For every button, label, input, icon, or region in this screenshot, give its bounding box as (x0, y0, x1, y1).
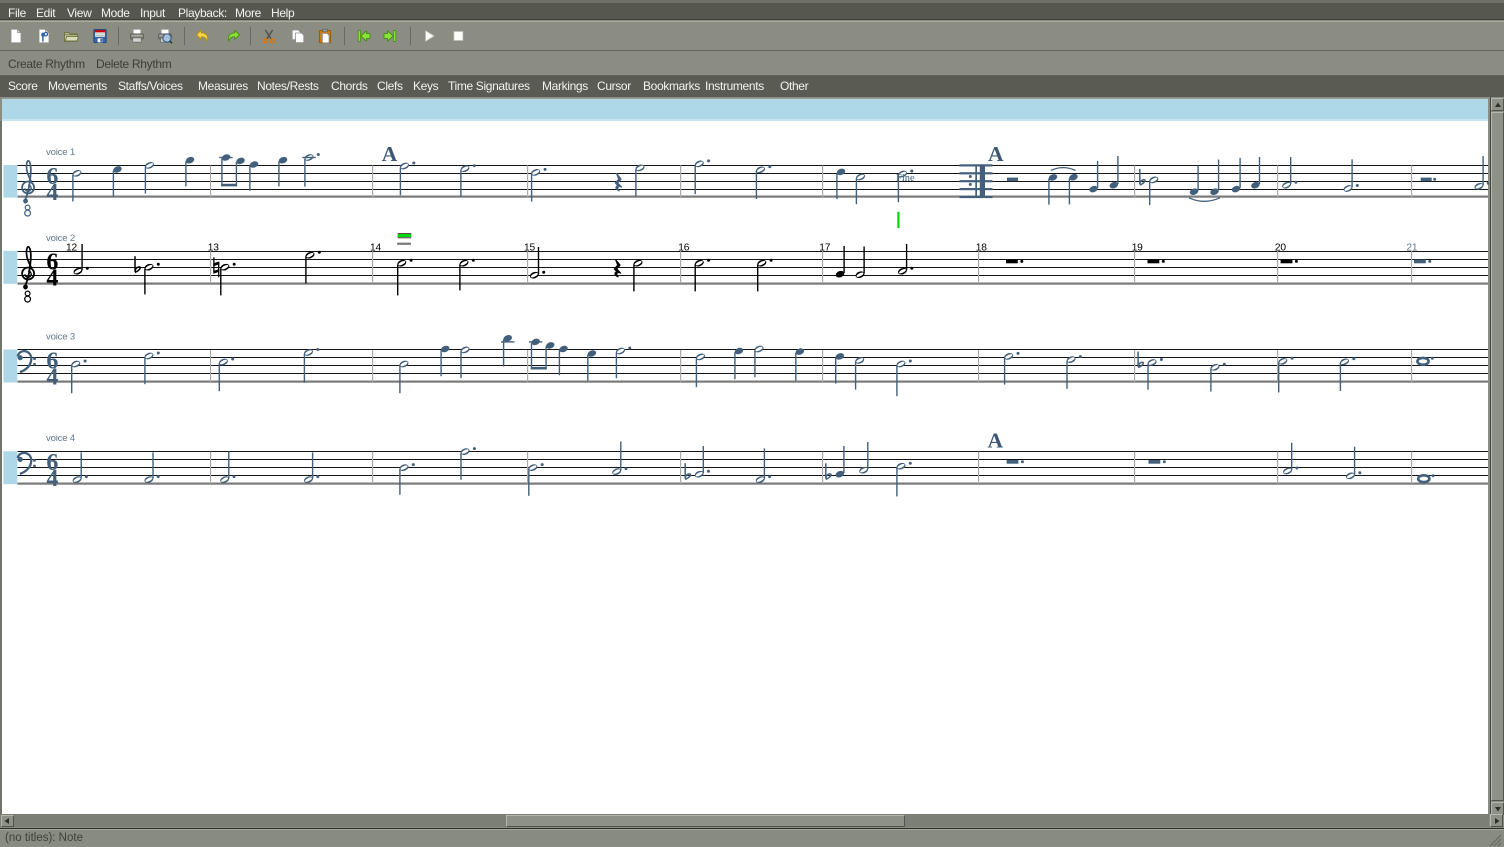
svg-text:4: 4 (46, 180, 58, 206)
svg-text:14: 14 (370, 242, 381, 253)
svg-text:21: 21 (1406, 242, 1417, 253)
svg-text:4: 4 (46, 364, 58, 390)
svg-text:20: 20 (1275, 242, 1286, 253)
svg-text:A: A (988, 428, 1004, 452)
svg-text:13: 13 (208, 242, 219, 253)
svg-text:17: 17 (819, 242, 830, 253)
svg-text:A: A (382, 142, 398, 166)
svg-text:4: 4 (46, 266, 58, 292)
svg-text:16: 16 (678, 242, 689, 253)
svg-text:Fine: Fine (896, 173, 915, 184)
svg-text:15: 15 (524, 242, 535, 253)
svg-text:4: 4 (46, 466, 58, 492)
svg-text:voice 3: voice 3 (46, 332, 75, 343)
svg-text:19: 19 (1132, 242, 1143, 253)
svg-text:voice 4: voice 4 (46, 433, 76, 444)
svg-text:12: 12 (66, 242, 77, 253)
svg-text:18: 18 (976, 242, 987, 253)
svg-text:voice 1: voice 1 (46, 147, 75, 158)
svg-text:A: A (988, 142, 1004, 166)
